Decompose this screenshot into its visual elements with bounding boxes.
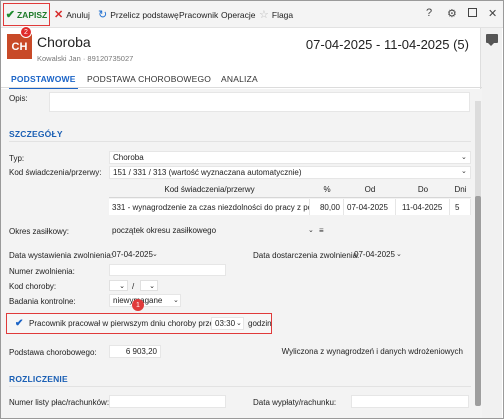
operations-button-label: Operacje [221,9,256,20]
kod-select[interactable]: 151 / 331 / 313 (wartość wyznaczana auto… [109,166,471,179]
typ-select[interactable]: Choroba [109,151,471,164]
numer-listy-label: Numer listy płac/rachunków: [9,398,110,407]
divider [9,386,471,387]
flag-button-label: Flaga [271,9,294,20]
kod-choroby-separator: / [132,282,135,291]
kod-choroby-label: Kod choroby: [9,282,57,291]
page-title: Choroba [37,34,91,50]
grid-cell-do[interactable]: 11-04-2025 [396,199,450,215]
chevron-down-icon: ⌄ [173,297,179,304]
window: ✔ ZAPISZ ✕ Anuluj ↻ Przelicz podstawę Pr… [0,0,504,419]
typ-value: Choroba [113,153,144,162]
save-button-label: ZAPISZ [16,9,48,20]
grid-cell-od[interactable]: 07-04-2025 [344,199,396,215]
side-panel [480,28,502,418]
grid-cell-percent[interactable]: 80,00 [310,199,344,215]
grid-header-dni[interactable]: Dni [450,182,471,198]
typ-label: Typ: [9,154,25,163]
okres-select[interactable]: początek okresu zasiłkowego [109,224,304,237]
grid-header-od[interactable]: Od [344,182,396,198]
recalc-button-label: Przelicz podstawę [110,9,179,20]
gear-icon[interactable]: ⚙ [447,7,457,20]
flag-button[interactable]: ☆ Flaga [259,6,293,23]
podstawa-field: 6 903,20 [109,345,161,358]
square-icon[interactable] [468,8,477,17]
worked-checkbox[interactable]: ✔ [15,319,25,329]
badania-select[interactable]: niewymagane [109,294,181,307]
grid-cell-kod[interactable]: 331 - wynagrodzenie za czas niezdolności… [109,199,310,215]
rozliczenie-section-heading: ROZLICZENIE [9,374,68,384]
help-icon[interactable]: ? [426,7,432,19]
worked-label: Pracownik pracował w pierwszym dniu chor… [29,319,221,328]
podstawa-note-text: Wyliczona z wynagrodzeń i danych wdrożen… [281,347,463,356]
star-icon: ☆ [259,9,269,21]
data-wyplaty-field[interactable] [351,395,469,408]
employee-subtitle: Kowalski Jan · 89120735027 [37,54,134,63]
data-wyplaty-label: Data wypłaty/rachunku: [253,398,337,407]
data-dostarczenia-label: Data dostarczenia zwolnienia: [253,251,360,260]
kod-grid: Kod świadczenia/przerwy % Od Do Dni 331 … [109,182,471,216]
numer-zwolnienia-field[interactable] [109,264,226,276]
grid-header-do[interactable]: Do [396,182,450,198]
opis-label: Opis: [9,94,28,103]
worked-time-value: 03:30 [215,319,236,328]
operations-button[interactable]: Operacje [221,6,256,23]
employee-button[interactable]: Pracownik [179,6,218,23]
step-marker: 1 [132,299,144,311]
chat-icon[interactable] [486,34,498,46]
chevron-down-icon: ⌄ [308,227,314,234]
menu-icon[interactable]: ≡ [319,226,324,235]
kod-label: Kod świadczenia/przerwy: [9,168,102,177]
data-wystawienia-value: 07-04-2025 [112,250,153,259]
badania-label: Badania kontrolne: [9,297,76,306]
recalc-button[interactable]: ↻ Przelicz podstawę [98,6,179,23]
chevron-down-icon: ⌄ [461,168,467,175]
avatar: CH [7,34,32,59]
tab-analiza[interactable]: ANALIZA [221,74,258,84]
podstawa-note: Wyliczona z wynagrodzeń i danych wdrożen… [249,345,471,358]
okres-value: początek okresu zasiłkowego [112,226,217,235]
chevron-down-icon: ⌄ [152,251,158,258]
podstawa-value: 6 903,20 [125,347,157,356]
save-button[interactable]: ✔ ZAPISZ [3,3,50,26]
grid-header-percent[interactable]: % [310,182,344,198]
scrollbar-thumb[interactable] [475,196,481,406]
kod-choroby-select-1[interactable]: ⌄ [109,280,128,291]
tab-podstawowe[interactable]: PODSTAWOWE [9,74,78,90]
tab-podstawa-chorobowego[interactable]: PODSTAWA CHOROBOWEGO [87,74,211,84]
okres-label: Okres zasiłkowy: [9,227,70,236]
details-section-heading: SZCZEGÓŁY [9,129,63,139]
worked-first-day-row: ✔ Pracownik pracował w pierwszym dniu ch… [6,313,272,334]
kod-choroby-select-2[interactable]: ⌄ [140,280,158,291]
close-icon[interactable]: ✕ [488,7,497,20]
divider [9,141,471,142]
data-dostarczenia-value: 07-04-2025 [354,250,395,259]
date-range: 07-04-2025 - 11-04-2025 (5) [305,37,469,52]
x-icon: ✕ [54,9,64,21]
toolbar: ✔ ZAPISZ ✕ Anuluj ↻ Przelicz podstawę Pr… [1,1,503,28]
chevron-down-icon: ⌄ [461,154,467,161]
check-icon: ✔ [5,9,15,21]
employee-button-label: Pracownik [179,9,219,20]
data-wystawienia-label: Data wystawienia zwolnienia: [9,251,114,260]
worked-unit: godzin [248,319,272,328]
podstawa-label: Podstawa chorobowego: [9,348,97,357]
cancel-button[interactable]: ✕ Anuluj [54,6,90,23]
notification-badge: 2 [20,26,32,38]
cancel-button-label: Anuluj [66,9,90,20]
refresh-icon: ↻ [98,9,108,21]
tab-bar: PODSTAWOWE PODSTAWA CHOROBOWEGO ANALIZA [1,69,482,90]
kod-value: 151 / 331 / 313 (wartość wyznaczana auto… [113,168,302,177]
grid-cell-dni[interactable]: 5 [450,199,471,215]
grid-header-kod[interactable]: Kod świadczenia/przerwy [109,182,310,198]
opis-field[interactable] [49,92,470,112]
chevron-down-icon: ⌄ [236,320,242,327]
numer-listy-field[interactable] [109,395,226,408]
chevron-down-icon: ⌄ [396,251,402,258]
numer-zwolnienia-label: Numer zwolnienia: [9,267,75,276]
